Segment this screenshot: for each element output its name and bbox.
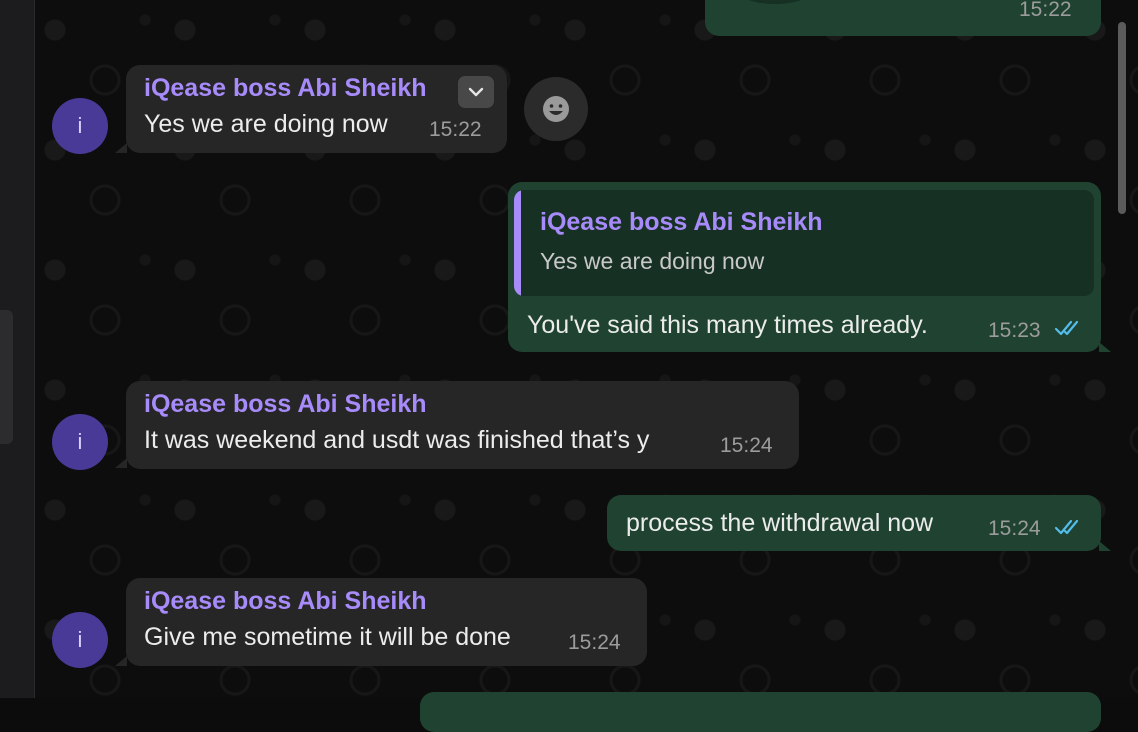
message-bubble-incoming[interactable]: iQease boss Abi Sheikh Give me sometime … [126,578,647,666]
avatar-initial: i [77,113,83,138]
quoted-sender-name: iQease boss Abi Sheikh [540,208,823,236]
message-bubble-incoming[interactable]: iQease boss Abi Sheikh It was weekend an… [126,381,799,469]
message-text: Yes we are doing now [144,110,388,138]
message-time: 15:24 [568,631,621,654]
chat-scrollbar[interactable] [1118,22,1126,214]
message-time: 15:23 [988,319,1041,342]
contact-avatar[interactable]: i [52,98,108,154]
bubble-tail [115,458,127,468]
sender-name: iQease boss Abi Sheikh [144,390,427,418]
double-check-icon [1054,320,1079,336]
quote-accent-bar [514,190,521,296]
message-time: 15:24 [988,517,1041,540]
avatar-initial: i [77,627,83,652]
bubble-tail [1099,342,1111,352]
media-thumbnail-partial [729,0,821,4]
message-bubble-outgoing-partial[interactable] [420,692,1101,732]
left-panel-edge [0,0,35,698]
chevron-down-icon [468,87,484,97]
bubble-tail [115,143,127,153]
avatar-initial: i [77,429,83,454]
message-bubble-outgoing[interactable]: process the withdrawal now 15:24 [607,495,1101,551]
contact-avatar[interactable]: i [52,414,108,470]
message-text: You've said this many times already. [527,311,928,339]
sender-name: iQease boss Abi Sheikh [144,587,427,615]
message-text: Give me sometime it will be done [144,623,511,651]
panel-resize-handle[interactable] [0,310,13,444]
smiley-icon [543,96,569,122]
contact-avatar[interactable]: i [52,612,108,668]
message-menu-button[interactable] [458,76,494,108]
sender-name: iQease boss Abi Sheikh [144,74,427,102]
reaction-button[interactable] [524,77,588,141]
message-time: 15:24 [720,434,773,457]
bubble-tail [115,656,127,666]
message-time: 15:22 [1019,0,1072,21]
double-check-icon [1054,519,1079,535]
quoted-text: Yes we are doing now [540,248,765,274]
bubble-tail [1099,541,1111,551]
message-time: 15:22 [429,118,482,141]
message-text: process the withdrawal now [626,509,934,537]
message-bubble-outgoing[interactable]: 15:22 [705,0,1101,36]
quoted-message[interactable]: iQease boss Abi Sheikh Yes we are doing … [514,190,1094,296]
message-text: It was weekend and usdt was finished tha… [144,426,650,454]
message-bubble-incoming[interactable]: iQease boss Abi Sheikh Yes we are doing … [126,65,507,153]
